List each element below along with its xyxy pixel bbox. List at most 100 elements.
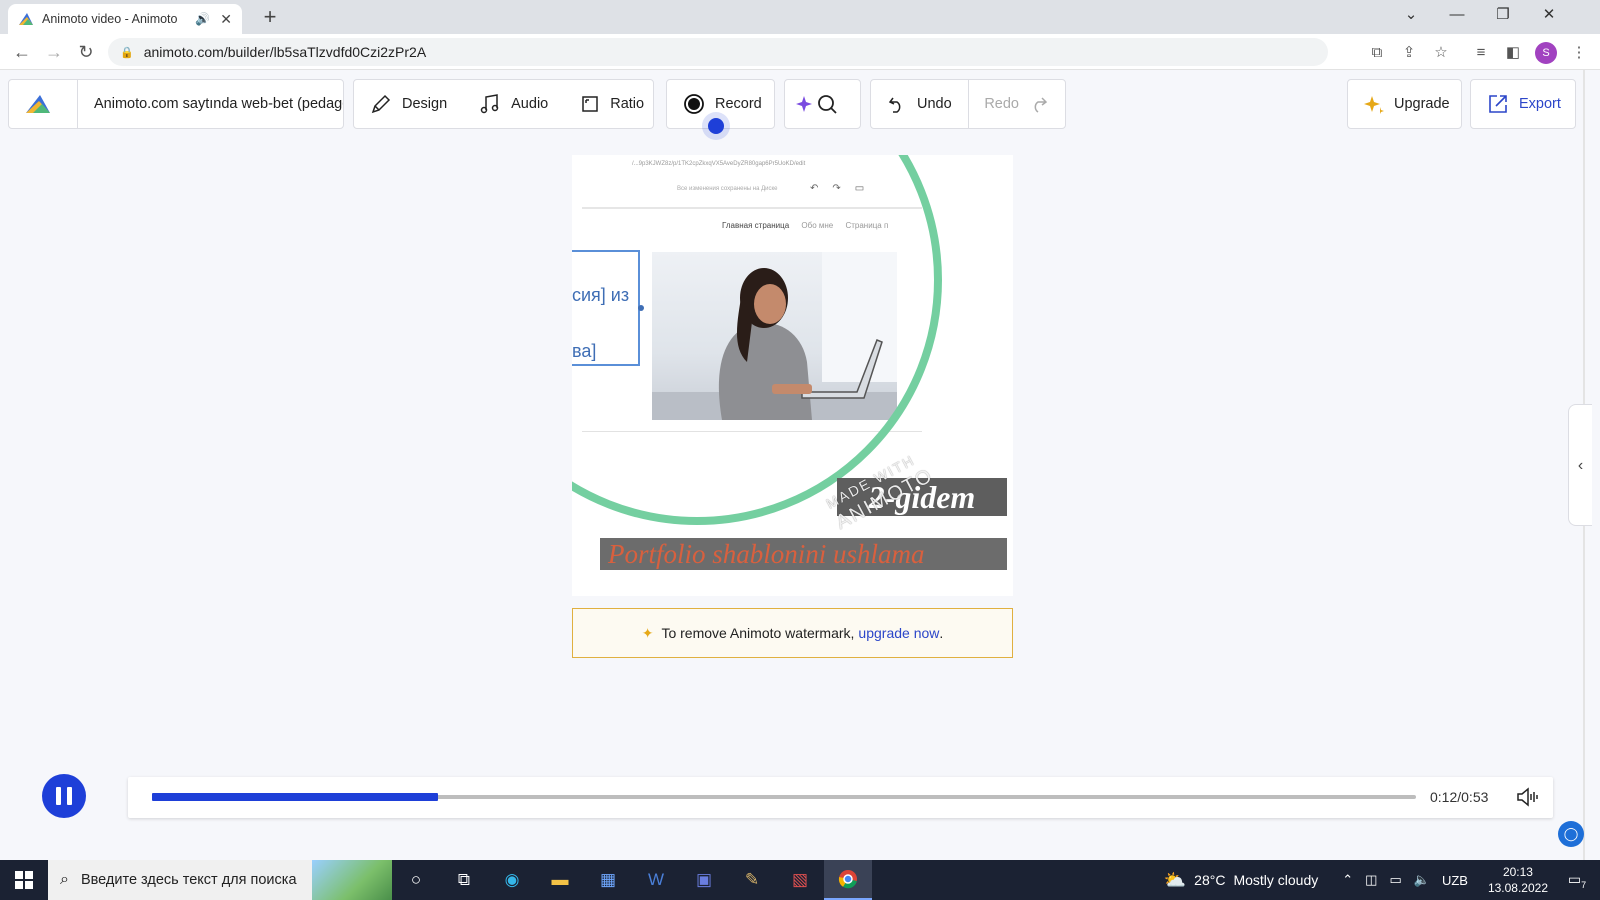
side-panel-icon[interactable]: ◧ [1502,42,1524,64]
chat-help-icon[interactable]: ◯ [1558,821,1584,847]
partly-cloudy-icon: ⛅ [1163,869,1187,890]
record-icon [684,94,704,114]
sparkle-search-icon [795,95,837,114]
watermark-upgrade-banner: ✦ To remove Animoto watermark, upgrade n… [572,608,1013,658]
upgrade-group: Upgrade [1347,79,1462,129]
red-app-icon[interactable]: ▧ [776,860,824,900]
clock-time: 20:13 [1502,865,1533,879]
browser-tab-strip: Animoto video - Animoto 🔊 ✕ + ⌄ — ❐ ✕ [0,0,1600,34]
edge-browser-icon[interactable]: ◉ [488,860,536,900]
undo-icon [888,97,901,113]
history-group: Undo Redo [870,79,1066,129]
tab-close-icon[interactable]: ✕ [220,11,232,28]
magic-search-button[interactable] [795,80,850,128]
forward-arrow-icon[interactable]: → [42,40,66,64]
microsoft-store-icon[interactable]: ▦ [584,860,632,900]
browser-tab[interactable]: Animoto video - Animoto 🔊 ✕ [8,4,242,34]
video-preview[interactable]: /...9p3KJWZ8z/p/1TK2cpZkxqVX5AveDyZR80ga… [572,155,1013,596]
undo-button[interactable]: Undo [871,80,968,128]
cortana-icon[interactable]: ○ [392,860,440,900]
animoto-logo-icon [26,95,50,113]
language-indicator[interactable]: UZB [1442,873,1468,888]
system-tray: ⛅ 28°C Mostly cloudy ⌃ ◫ ▭ 🔈 UZB 20:13 1… [1164,860,1600,900]
sparkle-icon: ✦ [641,624,654,641]
record-label: Record [715,96,762,112]
ratio-icon [582,96,598,112]
project-group: Animoto.com saytında web-bet (pedago [8,79,344,129]
volume-icon[interactable] [1516,786,1540,808]
chevron-up-icon[interactable]: ⌃ [1342,872,1353,888]
new-tab-button[interactable]: + [256,4,284,32]
share-icon[interactable]: ⇪ [1398,42,1420,64]
notification-center-icon[interactable]: ▭7 [1562,871,1592,890]
pause-icon [67,787,72,805]
redo-button[interactable]: Redo [968,80,1065,128]
clock-date: 13.08.2022 [1487,881,1548,895]
media-control-icon[interactable]: ≡ [1470,42,1492,64]
upgrade-label: Upgrade [1394,96,1450,112]
animoto-favicon-icon [19,13,33,25]
tab-title: Animoto video - Animoto [42,12,178,26]
chrome-taskbar-icon[interactable] [824,860,872,900]
search-highlight-image [312,860,392,900]
paint-app-icon[interactable]: ✎ [728,860,776,900]
back-arrow-icon[interactable]: ← [10,40,34,64]
windows-logo-icon [15,871,33,889]
design-button[interactable]: Design [354,80,463,128]
save-app-icon[interactable]: ▣ [680,860,728,900]
search-placeholder: Введите здесь текст для поиска [80,872,297,888]
browser-nav-bar: ← → ↻ 🔒 animoto.com/builder/lb5saTlzvdfd… [0,34,1600,70]
pause-button[interactable] [42,774,86,818]
camera-icon[interactable]: ◫ [1365,872,1377,888]
recording-indicator [708,118,724,134]
system-clock[interactable]: 20:13 13.08.2022 [1488,864,1548,896]
chrome-menu-icon[interactable]: ⋮ [1568,42,1590,64]
pencil-icon [371,94,391,114]
progress-track[interactable] [152,793,1416,801]
address-bar[interactable]: 🔒 animoto.com/builder/lb5saTlzvdfd0Czi2z… [108,38,1328,66]
windows-start-button[interactable] [0,860,48,900]
edit-group: Design Audio Ratio [353,79,654,129]
playback-time: 0:12/0:53 [1430,789,1489,805]
minimize-button[interactable]: — [1434,0,1480,30]
project-name[interactable]: Animoto.com saytında web-bet (pedago [78,96,343,112]
playback-bar: 0:12/0:53 [128,777,1553,818]
animoto-logo[interactable] [9,80,77,128]
redo-icon [1034,97,1048,113]
speaker-icon[interactable]: 🔈 [1414,872,1430,888]
close-window-button[interactable]: ✕ [1526,0,1572,30]
upgrade-now-link[interactable]: upgrade now [858,625,939,641]
weather-text: Mostly cloudy [1233,872,1319,888]
restore-button[interactable]: ❐ [1480,0,1526,30]
caption-subtitle: Portfolio shablonini ushlama [600,538,1007,570]
upgrade-button[interactable]: Upgrade [1348,80,1466,128]
design-label: Design [402,96,448,112]
pause-icon [56,787,61,805]
windows-taskbar: ⌕ Введите здесь текст для поиска ○ ⧉ ◉ ▬… [0,860,1600,900]
tab-search-icon[interactable]: ⌄ [1388,0,1434,30]
undo-label: Undo [917,96,952,112]
translate-icon[interactable]: ⧉ [1366,42,1388,64]
export-button[interactable]: Export [1471,80,1577,128]
profile-avatar[interactable]: S [1535,42,1557,64]
taskbar-search-box[interactable]: ⌕ Введите здесь текст для поиска [48,860,392,900]
export-group: Export [1470,79,1576,129]
weather-widget[interactable]: ⛅ 28°C Mostly cloudy [1164,870,1319,891]
network-icon[interactable]: ▭ [1389,872,1401,888]
export-label: Export [1519,96,1561,112]
export-icon [1489,95,1507,113]
word-icon[interactable]: W [632,860,680,900]
sparkle-icon [1364,96,1384,114]
task-view-icon[interactable]: ⧉ [440,860,488,900]
lock-icon[interactable]: 🔒 [120,46,134,59]
music-note-icon [480,94,499,114]
bookmark-star-icon[interactable]: ☆ [1430,42,1452,64]
url-text[interactable]: animoto.com/builder/lb5saTlzvdfd0Czi2zPr… [144,44,426,60]
reload-icon[interactable]: ↻ [74,40,98,64]
file-explorer-icon[interactable]: ▬ [536,860,584,900]
side-panel-toggle[interactable]: ‹ [1568,404,1592,526]
ratio-button[interactable]: Ratio [564,80,660,128]
audio-button[interactable]: Audio [463,80,564,128]
tab-audio-icon[interactable]: 🔊 [195,12,210,26]
search-icon: ⌕ [60,871,69,888]
